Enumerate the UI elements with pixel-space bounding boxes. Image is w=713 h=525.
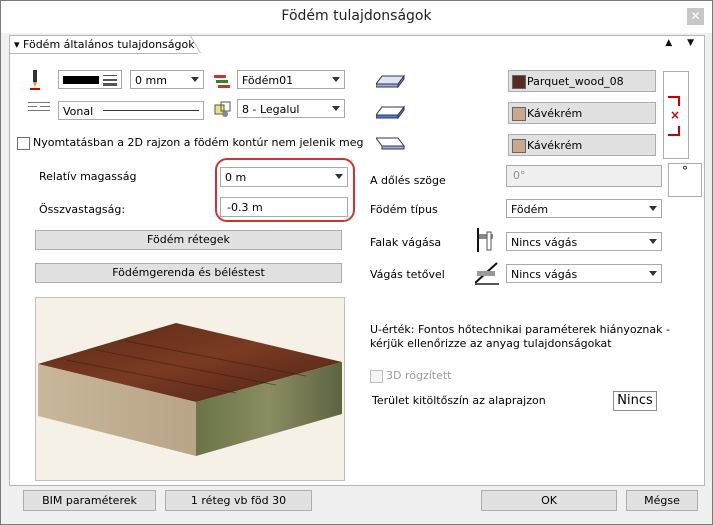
scroll-arrows[interactable]: ▲ ▼ [665, 38, 700, 48]
wall-cut-label: Falak vágása [370, 236, 442, 249]
highlight-annotation [215, 158, 355, 222]
pen-icon [30, 70, 40, 90]
slab-type-select[interactable]: Födém [506, 199, 662, 218]
layer-select[interactable]: Födém01 [237, 70, 345, 89]
line-sample [103, 110, 199, 111]
roof-cut-select[interactable]: Nincs vágás [506, 264, 662, 283]
line-type-icon [28, 102, 50, 111]
properties-panel: ▾ Födém általános tulajdonságok ▲ ▼ 0 mm… [9, 35, 705, 486]
close-button[interactable]: ✕ [687, 8, 704, 25]
bottom-surface-icon [376, 137, 405, 150]
fill-color-label: Terület kitöltőszín az alaprajzon [372, 394, 546, 407]
section-header[interactable]: ▾ Födém általános tulajdonságok [10, 36, 198, 54]
layer-info-button[interactable]: 1 réteg vb föd 30 [165, 490, 312, 511]
slab-preview [35, 297, 345, 481]
slab-3d-preview [38, 323, 342, 456]
pen-color-sample [63, 76, 99, 84]
line-weight-icon [103, 75, 117, 86]
slope-unit-button[interactable]: ° [668, 163, 702, 197]
material-swatch [512, 107, 526, 121]
pen-color-select[interactable] [58, 70, 122, 89]
material-swatch [512, 139, 526, 153]
u-value-note: U-érték: Fontos hőtechnikai paraméterek … [370, 323, 670, 350]
slab-type-label: Födém típus [370, 203, 438, 216]
relative-height-label: Relatív magasság [39, 170, 137, 183]
slope-label: A dőlés szöge [370, 174, 446, 187]
ok-button[interactable]: OK [481, 490, 617, 511]
cancel-button[interactable]: Mégse [626, 490, 698, 511]
top-material-button[interactable]: Parquet_wood_08 [508, 70, 656, 92]
side-material-button[interactable]: Kávékrém [508, 102, 656, 124]
window-title: Födém tulajdonságok [281, 8, 432, 24]
dialog-window: Födém tulajdonságok ✕ ▾ Födém általános … [0, 0, 713, 525]
draw-order-select[interactable]: 8 - Legalul [237, 99, 345, 118]
pen-thickness-select[interactable]: 0 mm [130, 70, 204, 89]
bottom-material-button[interactable]: Kávékrém [508, 134, 656, 156]
roof-cut-icon [475, 262, 499, 285]
layer-icon [214, 75, 230, 88]
fixed-3d-checkbox[interactable] [370, 370, 383, 383]
fixed-3d-label: 3D rögzített [386, 369, 452, 382]
reset-material-icon: × [670, 108, 681, 122]
roof-cut-label: Vágás tetővel [370, 268, 445, 281]
slope-input[interactable]: 0° [506, 165, 662, 187]
draw-order-icon [214, 101, 231, 117]
fill-color-button[interactable]: Nincs [613, 391, 657, 411]
section-title: Födém általános tulajdonságok [23, 38, 195, 51]
wall-cut-icon [477, 228, 493, 252]
slab-layers-button[interactable]: Födém rétegek [35, 230, 342, 250]
reset-materials-button[interactable]: × [663, 71, 689, 159]
beams-button[interactable]: Födémgerenda és béléstest [35, 263, 342, 283]
contour-checkbox[interactable] [17, 137, 30, 150]
line-type-select[interactable]: Vonal [58, 101, 204, 120]
thickness-label: Összvastagság: [39, 203, 126, 216]
side-surface-icon [376, 105, 405, 119]
bim-parameters-button[interactable]: BIM paraméterek [23, 490, 156, 511]
title-bar: Födém tulajdonságok ✕ [1, 1, 712, 33]
contour-checkbox-label: Nyomtatásban a 2D rajzon a födém kontúr … [33, 136, 364, 149]
wall-cut-select[interactable]: Nincs vágás [506, 232, 662, 251]
material-swatch [512, 75, 526, 89]
top-surface-icon [376, 74, 405, 88]
